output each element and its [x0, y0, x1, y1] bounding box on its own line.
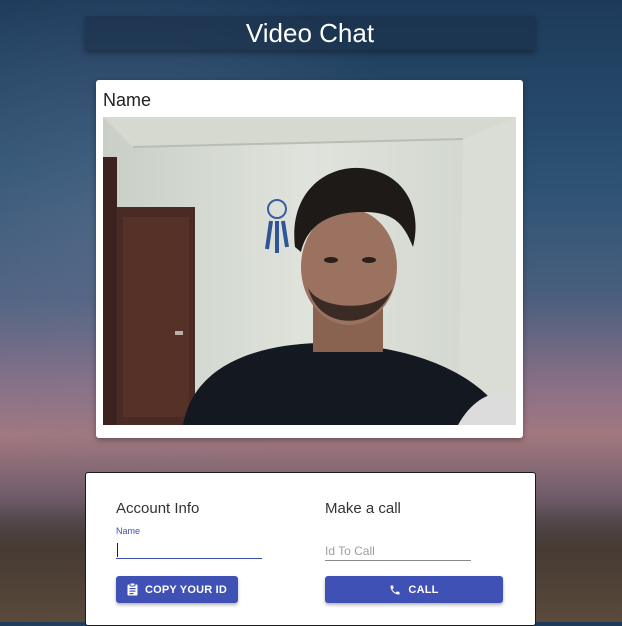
video-feed: [103, 117, 516, 425]
video-feed-image: [103, 117, 516, 425]
video-card: Name: [96, 80, 523, 438]
copy-id-label: COPY YOUR ID: [144, 583, 228, 596]
phone-icon: [389, 584, 401, 596]
app-header: Video Chat: [85, 16, 535, 50]
clipboard-icon: [127, 583, 138, 596]
controls-panel: Account Info Name COPY YOUR ID Make a ca…: [85, 472, 536, 626]
video-name-label: Name: [103, 90, 152, 110]
call-button[interactable]: CALL: [325, 576, 503, 603]
text-caret: [117, 543, 118, 557]
copy-id-button[interactable]: COPY YOUR ID: [116, 576, 238, 603]
page-title: Video Chat: [245, 17, 375, 48]
account-info-title: Account Info: [116, 500, 200, 517]
make-call-title: Make a call: [325, 500, 401, 517]
id-to-call-input[interactable]: [325, 542, 471, 561]
name-input[interactable]: [116, 540, 262, 559]
call-label: CALL: [408, 583, 439, 596]
name-field-label: Name: [116, 526, 141, 536]
